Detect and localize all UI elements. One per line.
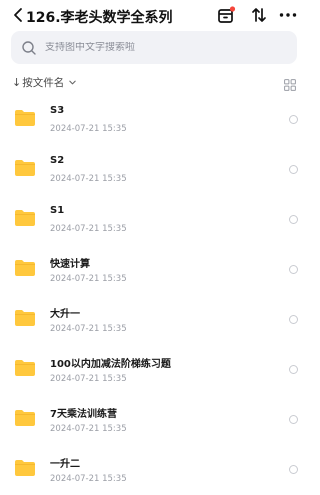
file-date: 2024-07-21 15:35 xyxy=(50,324,127,334)
folder-icon xyxy=(15,410,35,426)
sort-dropdown[interactable]: ↓ 按文件名 xyxy=(12,74,77,90)
folder-icon xyxy=(15,110,35,126)
list-item[interactable]: 一升二 2024-07-21 15:35 xyxy=(0,445,310,495)
file-date: 2024-07-21 15:35 xyxy=(50,174,127,184)
list-item[interactable]: 7天乘法训练营 2024-07-21 15:35 xyxy=(0,395,310,445)
folder-icon xyxy=(15,460,35,476)
search-input[interactable] xyxy=(45,42,285,53)
list-item[interactable]: S3 2024-07-21 15:35 xyxy=(0,95,310,145)
folder-icon xyxy=(15,360,35,376)
select-checkbox[interactable] xyxy=(289,265,298,274)
inbox-icon xyxy=(218,6,236,23)
grid-view-button[interactable] xyxy=(284,76,296,91)
more-button[interactable] xyxy=(278,5,298,25)
file-date: 2024-07-21 15:35 xyxy=(50,224,127,234)
chevron-left-icon xyxy=(14,8,22,22)
file-date: 2024-07-21 15:35 xyxy=(50,374,127,384)
sort-arrows-icon xyxy=(252,8,266,22)
notification-badge xyxy=(229,6,236,12)
list-item[interactable]: S1 2024-07-21 15:35 xyxy=(0,195,310,245)
list-item[interactable]: 大升一 2024-07-21 15:35 xyxy=(0,295,310,345)
sort-down-arrow-icon: ↓ xyxy=(12,75,22,89)
file-date: 2024-07-21 15:35 xyxy=(50,274,127,284)
file-name: S1 xyxy=(50,205,65,216)
select-checkbox[interactable] xyxy=(289,365,298,374)
back-button[interactable] xyxy=(10,4,26,26)
list-item[interactable]: 100以内加减法阶梯练习题 2024-07-21 15:35 xyxy=(0,345,310,395)
file-name: 7天乘法训练营 xyxy=(50,409,117,420)
more-dots-icon xyxy=(279,13,297,17)
select-checkbox[interactable] xyxy=(289,165,298,174)
select-checkbox[interactable] xyxy=(289,315,298,324)
file-name: S3 xyxy=(50,105,65,116)
file-date: 2024-07-21 15:35 xyxy=(50,424,127,434)
list-item[interactable]: S2 2024-07-21 15:35 xyxy=(0,145,310,195)
file-list: S3 2024-07-21 15:35 S2 2024-07-21 15:35 S1 20… xyxy=(0,95,310,495)
folder-icon xyxy=(15,310,35,326)
sort-button[interactable] xyxy=(249,5,269,25)
grid-view-icon xyxy=(284,79,296,91)
file-date: 2024-07-21 15:35 xyxy=(50,124,127,134)
sort-label: 按文件名 xyxy=(22,76,65,89)
top-bar: 126.李老头数学全系列 xyxy=(0,0,310,32)
list-item[interactable]: 快速计算 2024-07-21 15:35 xyxy=(0,245,310,295)
page-title: 126.李老头数学全系列 xyxy=(26,10,173,26)
file-name: S2 xyxy=(50,155,65,166)
folder-icon xyxy=(15,210,35,226)
file-name: 100以内加减法阶梯练习题 xyxy=(50,359,171,370)
chevron-down-icon xyxy=(69,80,76,84)
select-checkbox[interactable] xyxy=(289,115,298,124)
file-date: 2024-07-21 15:35 xyxy=(50,474,127,484)
file-name: 快速计算 xyxy=(50,259,90,270)
file-name: 大升一 xyxy=(50,309,80,320)
search-bar[interactable] xyxy=(11,31,297,64)
select-checkbox[interactable] xyxy=(289,415,298,424)
transfer-list-button[interactable] xyxy=(216,5,236,25)
select-checkbox[interactable] xyxy=(289,215,298,224)
folder-icon xyxy=(15,260,35,276)
file-name: 一升二 xyxy=(50,459,80,470)
search-icon xyxy=(22,40,36,55)
select-checkbox[interactable] xyxy=(289,465,298,474)
folder-icon xyxy=(15,160,35,176)
